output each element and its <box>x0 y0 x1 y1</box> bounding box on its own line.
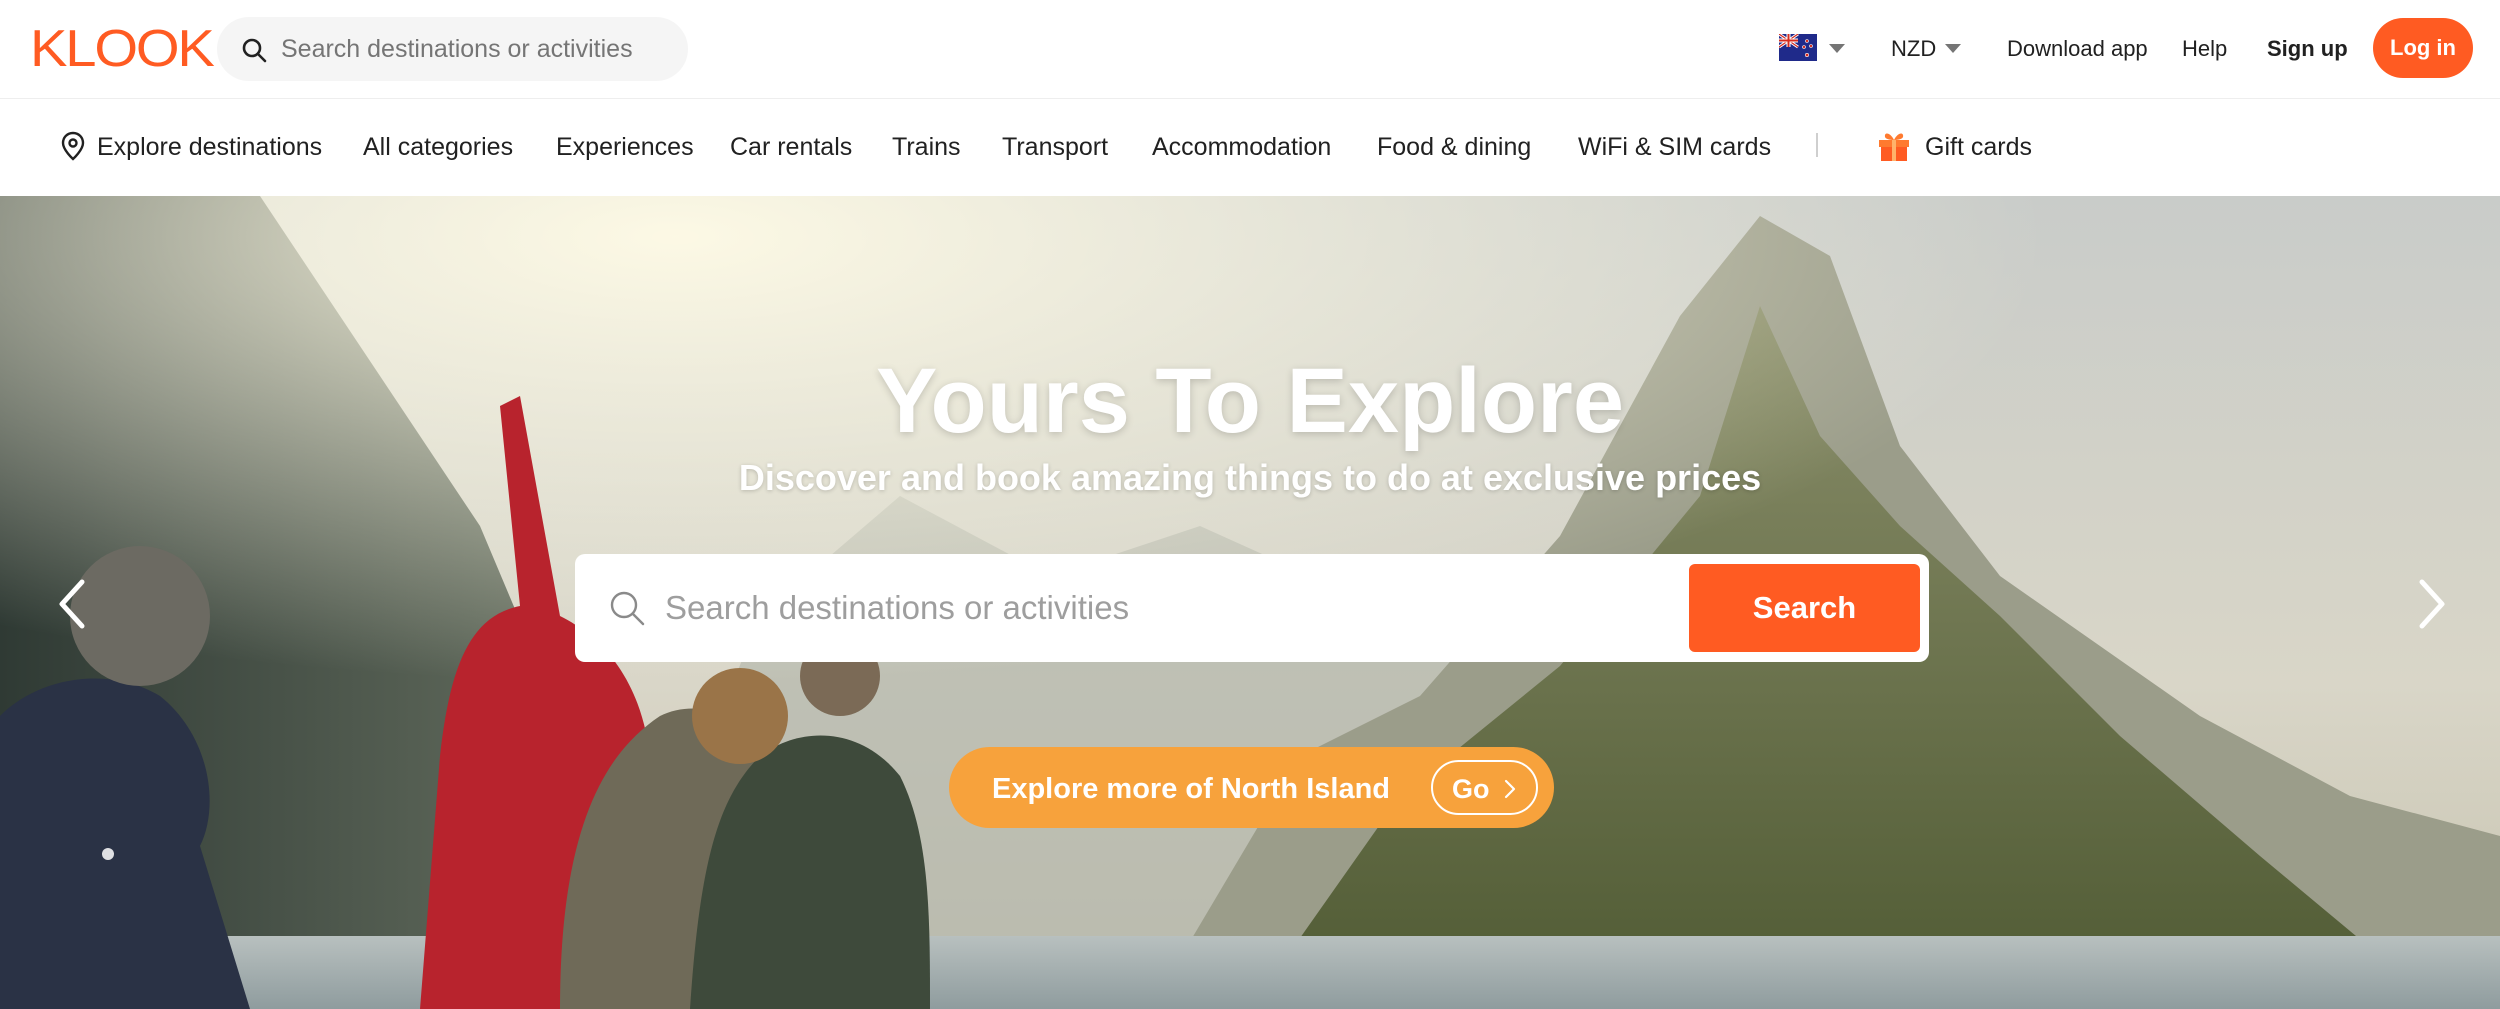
nav-item-experiences[interactable]: Experiences <box>556 133 694 161</box>
currency-selector[interactable]: NZD <box>1891 36 1936 62</box>
klook-logo[interactable]: KLOOK <box>30 23 215 75</box>
location-pin-icon <box>61 131 85 161</box>
chevron-left-icon[interactable] <box>54 576 90 632</box>
hero-search-box[interactable]: Search destinations or activities Search <box>575 554 1929 662</box>
go-button-label: Go <box>1452 774 1490 804</box>
hero-subtitle: Discover and book amazing things to do a… <box>738 457 1762 498</box>
download-app-link[interactable]: Download app <box>2007 36 2148 62</box>
header-search-box[interactable]: Search destinations or activities <box>217 17 688 81</box>
nav-item-car-rentals[interactable]: Car rentals <box>730 133 852 161</box>
chevron-down-icon[interactable] <box>1829 44 1845 53</box>
hero-title: Yours To Explore <box>875 350 1625 452</box>
hero-banner: Yours To Explore Discover and book amazi… <box>0 196 2500 1009</box>
go-button[interactable]: Go <box>1431 760 1538 815</box>
sign-up-link[interactable]: Sign up <box>2267 36 2348 62</box>
category-nav: Explore destinations All categories Expe… <box>0 98 2500 196</box>
hero-search-placeholder: Search destinations or activities <box>665 589 1130 626</box>
top-bar: KLOOK Search destinations or activities … <box>0 0 2500 98</box>
explore-region-banner[interactable]: Explore more of North Island Go <box>949 747 1554 828</box>
search-icon <box>610 591 645 626</box>
chevron-down-icon[interactable] <box>1945 44 1961 53</box>
nav-item-accommodation[interactable]: Accommodation <box>1152 133 1331 161</box>
help-link[interactable]: Help <box>2182 36 2227 62</box>
nav-item-wifi-sim[interactable]: WiFi & SIM cards <box>1578 133 1771 161</box>
search-button[interactable]: Search <box>1689 564 1920 652</box>
explore-destinations-link[interactable]: Explore destinations <box>97 133 322 161</box>
chevron-right-icon[interactable] <box>2414 576 2450 632</box>
nav-item-all-categories[interactable]: All categories <box>363 133 513 161</box>
chevron-right-icon <box>1504 779 1516 799</box>
search-icon <box>242 38 267 63</box>
nav-item-transport[interactable]: Transport <box>1002 133 1108 161</box>
header-search-placeholder: Search destinations or activities <box>281 35 633 63</box>
nav-divider <box>1816 133 1818 157</box>
explore-region-text: Explore more of North Island <box>992 773 1390 805</box>
gift-cards-link[interactable]: Gift cards <box>1925 133 2032 161</box>
nav-item-food-dining[interactable]: Food & dining <box>1377 133 1531 161</box>
gift-icon <box>1879 133 1909 161</box>
nav-item-trains[interactable]: Trains <box>892 133 961 161</box>
flag-nz-icon[interactable] <box>1779 34 1817 61</box>
carousel-indicator-dot[interactable] <box>102 848 114 860</box>
log-in-button[interactable]: Log in <box>2373 18 2473 78</box>
